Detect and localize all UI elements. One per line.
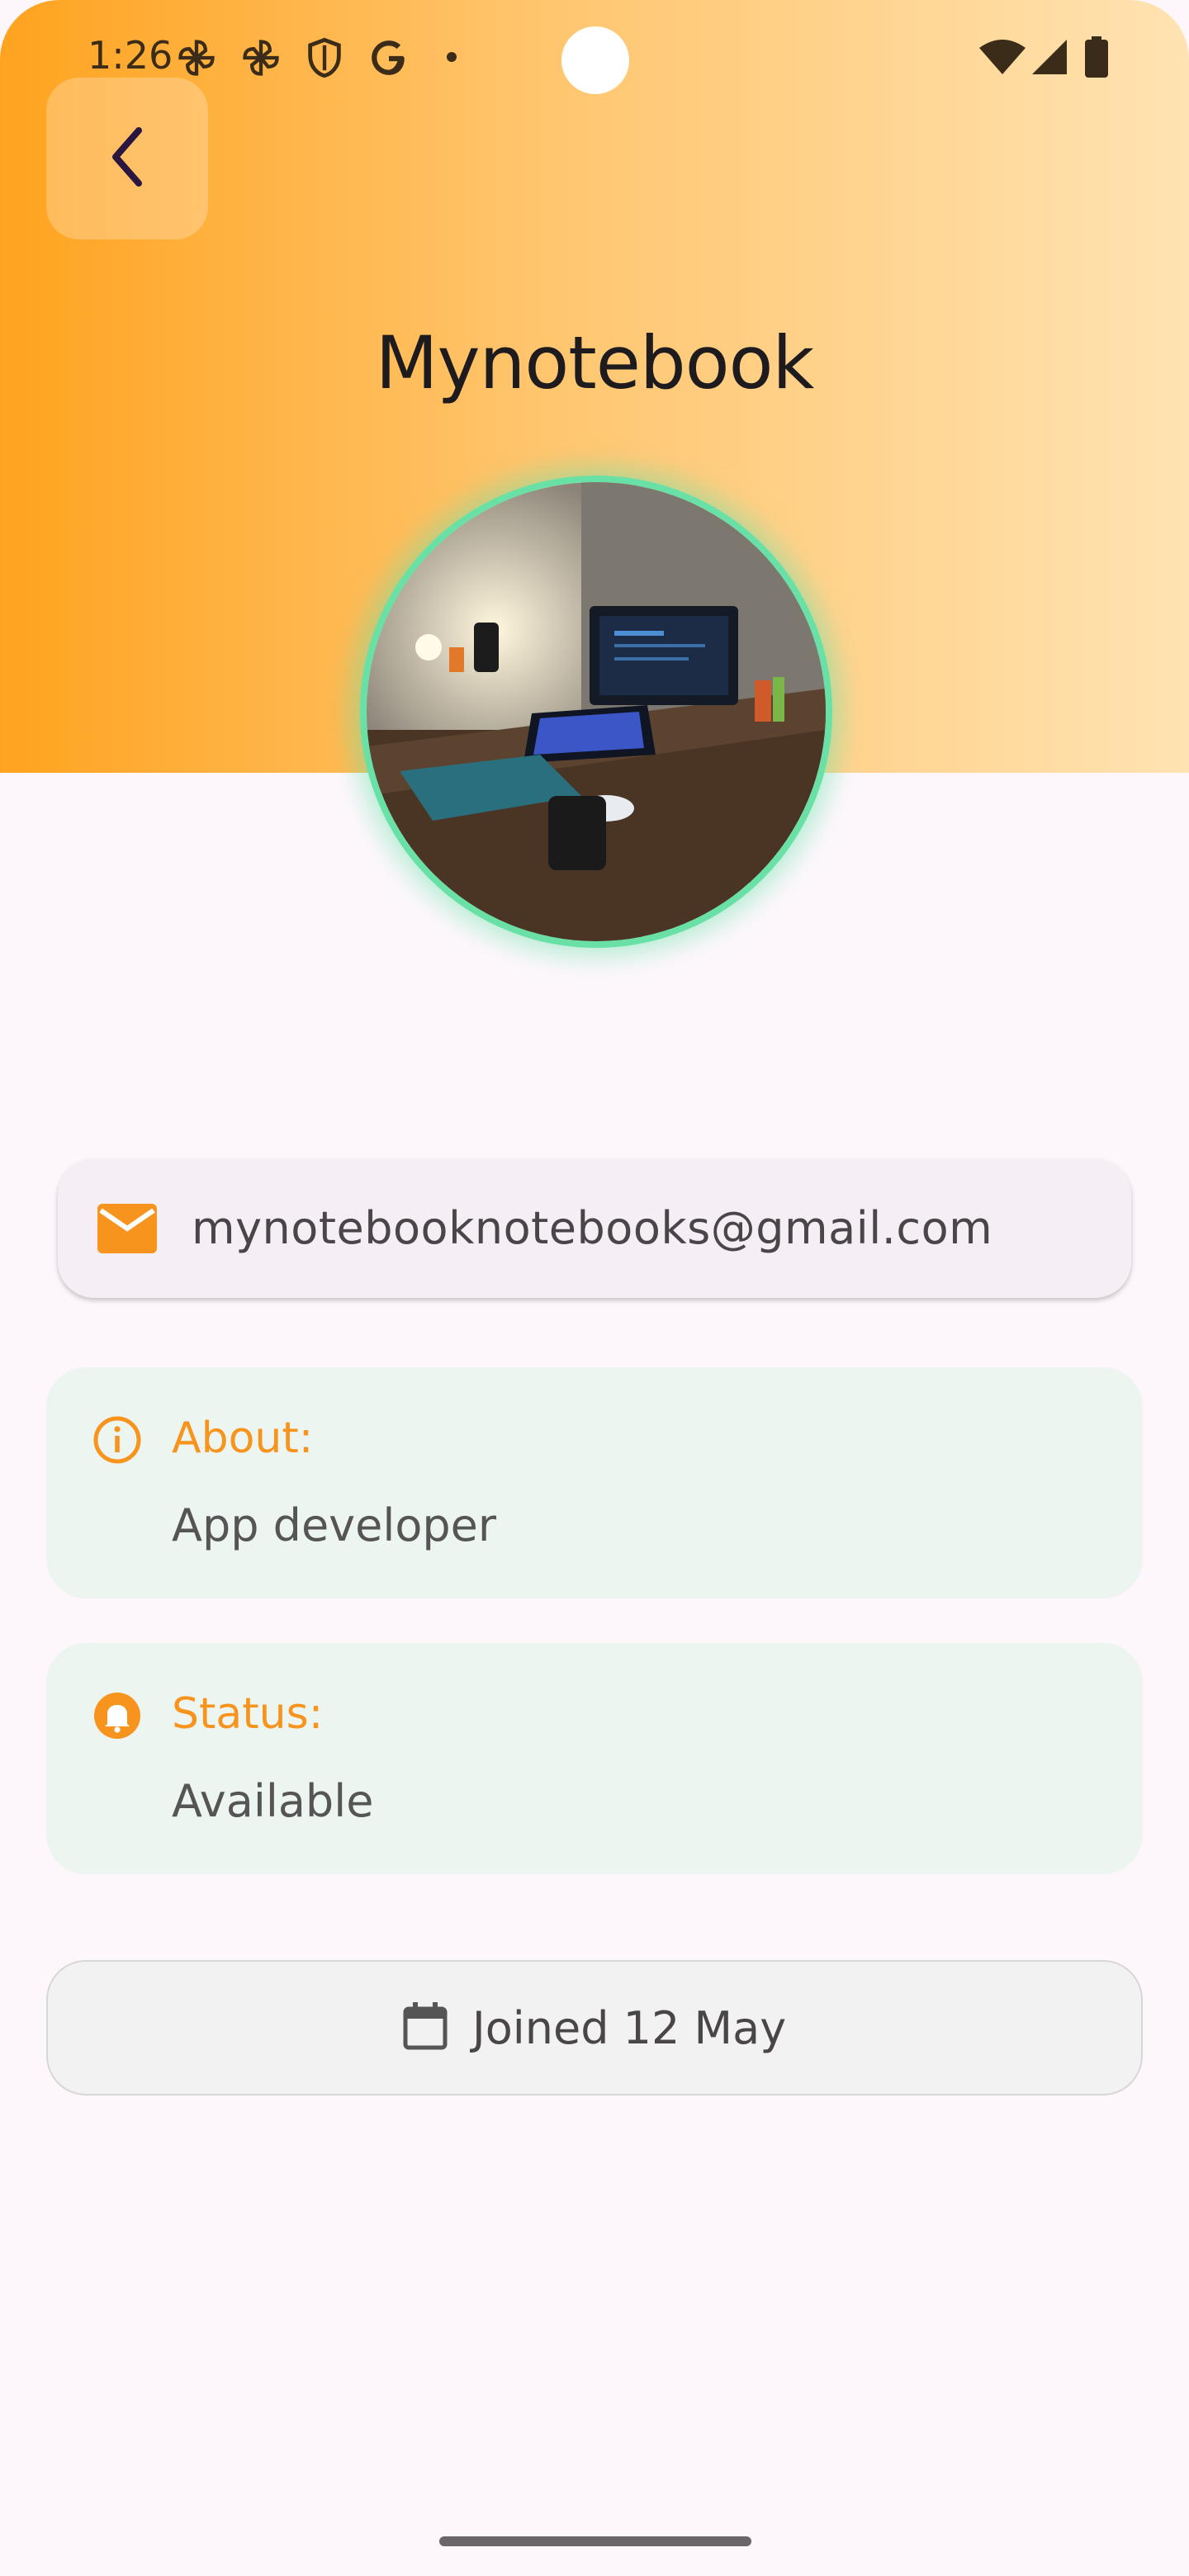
pinwheel-icon: [239, 36, 282, 83]
chevron-left-icon: [102, 124, 152, 194]
battery-icon: [1085, 36, 1108, 82]
front-camera: [561, 26, 629, 94]
email-card[interactable]: mynotebooknotebooks@gmail.com: [58, 1159, 1131, 1298]
mail-icon: [97, 1204, 157, 1257]
shield-icon: [306, 36, 343, 83]
google-icon: [368, 36, 410, 83]
back-button[interactable]: [46, 78, 208, 239]
about-card: About: App developer: [46, 1367, 1143, 1598]
calendar-icon: [403, 2001, 448, 2054]
about-label: About:: [172, 1413, 314, 1463]
avatar: [360, 476, 832, 948]
status-label: Status:: [172, 1689, 324, 1739]
pinwheel-icon: [175, 36, 218, 83]
dot-icon: [446, 51, 457, 67]
page-title: Mynotebook: [375, 320, 815, 405]
email-value: mynotebooknotebooks@gmail.com: [192, 1202, 993, 1254]
status-card: Status: Available: [46, 1643, 1143, 1874]
cellular-icon: [1030, 38, 1068, 80]
info-icon: [92, 1415, 142, 1469]
wifi-icon: [979, 38, 1026, 80]
status-value: Available: [172, 1775, 374, 1827]
status-time: 1:26: [88, 33, 173, 78]
joined-text: Joined 12 May: [471, 2001, 787, 2054]
joined-chip: Joined 12 May: [46, 1960, 1143, 2095]
about-value: App developer: [172, 1499, 497, 1551]
home-indicator[interactable]: [439, 2536, 751, 2546]
bell-icon: [92, 1691, 142, 1745]
